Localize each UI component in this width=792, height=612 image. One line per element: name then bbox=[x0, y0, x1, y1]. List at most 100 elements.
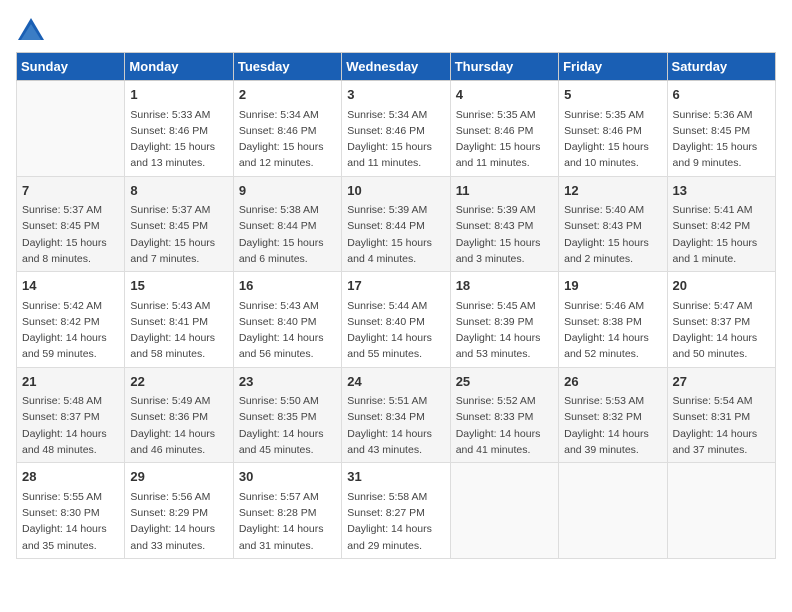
day-info: Sunrise: 5:51 AM Sunset: 8:34 PM Dayligh… bbox=[347, 393, 444, 458]
day-cell: 24Sunrise: 5:51 AM Sunset: 8:34 PM Dayli… bbox=[342, 367, 450, 463]
calendar-table: SundayMondayTuesdayWednesdayThursdayFrid… bbox=[16, 52, 776, 559]
day-number: 8 bbox=[130, 181, 227, 201]
day-cell: 1Sunrise: 5:33 AM Sunset: 8:46 PM Daylig… bbox=[125, 81, 233, 177]
week-row-2: 7Sunrise: 5:37 AM Sunset: 8:45 PM Daylig… bbox=[17, 176, 776, 272]
day-info: Sunrise: 5:52 AM Sunset: 8:33 PM Dayligh… bbox=[456, 393, 553, 458]
day-number: 20 bbox=[673, 276, 770, 296]
day-number: 12 bbox=[564, 181, 661, 201]
day-cell: 10Sunrise: 5:39 AM Sunset: 8:44 PM Dayli… bbox=[342, 176, 450, 272]
day-cell: 3Sunrise: 5:34 AM Sunset: 8:46 PM Daylig… bbox=[342, 81, 450, 177]
day-number: 31 bbox=[347, 467, 444, 487]
day-number: 28 bbox=[22, 467, 119, 487]
col-header-wednesday: Wednesday bbox=[342, 53, 450, 81]
day-cell: 23Sunrise: 5:50 AM Sunset: 8:35 PM Dayli… bbox=[233, 367, 341, 463]
day-cell: 16Sunrise: 5:43 AM Sunset: 8:40 PM Dayli… bbox=[233, 272, 341, 368]
col-header-sunday: Sunday bbox=[17, 53, 125, 81]
day-number: 23 bbox=[239, 372, 336, 392]
day-number: 19 bbox=[564, 276, 661, 296]
day-number: 7 bbox=[22, 181, 119, 201]
day-cell: 31Sunrise: 5:58 AM Sunset: 8:27 PM Dayli… bbox=[342, 463, 450, 559]
day-number: 24 bbox=[347, 372, 444, 392]
day-number: 11 bbox=[456, 181, 553, 201]
day-cell: 21Sunrise: 5:48 AM Sunset: 8:37 PM Dayli… bbox=[17, 367, 125, 463]
day-cell: 14Sunrise: 5:42 AM Sunset: 8:42 PM Dayli… bbox=[17, 272, 125, 368]
day-info: Sunrise: 5:36 AM Sunset: 8:45 PM Dayligh… bbox=[673, 107, 770, 172]
day-number: 1 bbox=[130, 85, 227, 105]
day-cell: 7Sunrise: 5:37 AM Sunset: 8:45 PM Daylig… bbox=[17, 176, 125, 272]
day-info: Sunrise: 5:56 AM Sunset: 8:29 PM Dayligh… bbox=[130, 489, 227, 554]
day-number: 22 bbox=[130, 372, 227, 392]
day-number: 29 bbox=[130, 467, 227, 487]
day-cell: 18Sunrise: 5:45 AM Sunset: 8:39 PM Dayli… bbox=[450, 272, 558, 368]
day-cell: 6Sunrise: 5:36 AM Sunset: 8:45 PM Daylig… bbox=[667, 81, 775, 177]
day-number: 6 bbox=[673, 85, 770, 105]
day-number: 21 bbox=[22, 372, 119, 392]
day-info: Sunrise: 5:50 AM Sunset: 8:35 PM Dayligh… bbox=[239, 393, 336, 458]
day-info: Sunrise: 5:39 AM Sunset: 8:44 PM Dayligh… bbox=[347, 202, 444, 267]
day-cell: 15Sunrise: 5:43 AM Sunset: 8:41 PM Dayli… bbox=[125, 272, 233, 368]
day-cell bbox=[450, 463, 558, 559]
day-info: Sunrise: 5:48 AM Sunset: 8:37 PM Dayligh… bbox=[22, 393, 119, 458]
logo bbox=[16, 16, 50, 44]
day-info: Sunrise: 5:57 AM Sunset: 8:28 PM Dayligh… bbox=[239, 489, 336, 554]
day-info: Sunrise: 5:38 AM Sunset: 8:44 PM Dayligh… bbox=[239, 202, 336, 267]
day-cell bbox=[559, 463, 667, 559]
col-header-tuesday: Tuesday bbox=[233, 53, 341, 81]
day-cell: 30Sunrise: 5:57 AM Sunset: 8:28 PM Dayli… bbox=[233, 463, 341, 559]
day-cell: 8Sunrise: 5:37 AM Sunset: 8:45 PM Daylig… bbox=[125, 176, 233, 272]
day-cell: 22Sunrise: 5:49 AM Sunset: 8:36 PM Dayli… bbox=[125, 367, 233, 463]
day-info: Sunrise: 5:41 AM Sunset: 8:42 PM Dayligh… bbox=[673, 202, 770, 267]
col-header-monday: Monday bbox=[125, 53, 233, 81]
day-info: Sunrise: 5:34 AM Sunset: 8:46 PM Dayligh… bbox=[347, 107, 444, 172]
day-cell: 19Sunrise: 5:46 AM Sunset: 8:38 PM Dayli… bbox=[559, 272, 667, 368]
day-number: 16 bbox=[239, 276, 336, 296]
day-cell: 29Sunrise: 5:56 AM Sunset: 8:29 PM Dayli… bbox=[125, 463, 233, 559]
week-row-3: 14Sunrise: 5:42 AM Sunset: 8:42 PM Dayli… bbox=[17, 272, 776, 368]
day-info: Sunrise: 5:46 AM Sunset: 8:38 PM Dayligh… bbox=[564, 298, 661, 363]
day-info: Sunrise: 5:34 AM Sunset: 8:46 PM Dayligh… bbox=[239, 107, 336, 172]
col-header-thursday: Thursday bbox=[450, 53, 558, 81]
day-info: Sunrise: 5:47 AM Sunset: 8:37 PM Dayligh… bbox=[673, 298, 770, 363]
week-row-1: 1Sunrise: 5:33 AM Sunset: 8:46 PM Daylig… bbox=[17, 81, 776, 177]
week-row-4: 21Sunrise: 5:48 AM Sunset: 8:37 PM Dayli… bbox=[17, 367, 776, 463]
day-info: Sunrise: 5:49 AM Sunset: 8:36 PM Dayligh… bbox=[130, 393, 227, 458]
day-info: Sunrise: 5:58 AM Sunset: 8:27 PM Dayligh… bbox=[347, 489, 444, 554]
day-number: 5 bbox=[564, 85, 661, 105]
day-cell: 25Sunrise: 5:52 AM Sunset: 8:33 PM Dayli… bbox=[450, 367, 558, 463]
day-number: 3 bbox=[347, 85, 444, 105]
day-number: 10 bbox=[347, 181, 444, 201]
day-cell: 2Sunrise: 5:34 AM Sunset: 8:46 PM Daylig… bbox=[233, 81, 341, 177]
day-info: Sunrise: 5:53 AM Sunset: 8:32 PM Dayligh… bbox=[564, 393, 661, 458]
day-number: 13 bbox=[673, 181, 770, 201]
day-cell: 4Sunrise: 5:35 AM Sunset: 8:46 PM Daylig… bbox=[450, 81, 558, 177]
day-cell: 9Sunrise: 5:38 AM Sunset: 8:44 PM Daylig… bbox=[233, 176, 341, 272]
day-cell: 12Sunrise: 5:40 AM Sunset: 8:43 PM Dayli… bbox=[559, 176, 667, 272]
day-number: 18 bbox=[456, 276, 553, 296]
day-info: Sunrise: 5:55 AM Sunset: 8:30 PM Dayligh… bbox=[22, 489, 119, 554]
day-number: 26 bbox=[564, 372, 661, 392]
day-number: 2 bbox=[239, 85, 336, 105]
day-cell: 11Sunrise: 5:39 AM Sunset: 8:43 PM Dayli… bbox=[450, 176, 558, 272]
day-cell: 20Sunrise: 5:47 AM Sunset: 8:37 PM Dayli… bbox=[667, 272, 775, 368]
day-cell: 28Sunrise: 5:55 AM Sunset: 8:30 PM Dayli… bbox=[17, 463, 125, 559]
day-info: Sunrise: 5:45 AM Sunset: 8:39 PM Dayligh… bbox=[456, 298, 553, 363]
day-number: 9 bbox=[239, 181, 336, 201]
logo-icon bbox=[16, 16, 46, 44]
day-info: Sunrise: 5:35 AM Sunset: 8:46 PM Dayligh… bbox=[564, 107, 661, 172]
day-number: 17 bbox=[347, 276, 444, 296]
day-number: 25 bbox=[456, 372, 553, 392]
header-row: SundayMondayTuesdayWednesdayThursdayFrid… bbox=[17, 53, 776, 81]
day-cell bbox=[17, 81, 125, 177]
day-info: Sunrise: 5:39 AM Sunset: 8:43 PM Dayligh… bbox=[456, 202, 553, 267]
day-cell: 13Sunrise: 5:41 AM Sunset: 8:42 PM Dayli… bbox=[667, 176, 775, 272]
day-info: Sunrise: 5:43 AM Sunset: 8:40 PM Dayligh… bbox=[239, 298, 336, 363]
day-number: 14 bbox=[22, 276, 119, 296]
page-header bbox=[16, 16, 776, 44]
day-info: Sunrise: 5:40 AM Sunset: 8:43 PM Dayligh… bbox=[564, 202, 661, 267]
week-row-5: 28Sunrise: 5:55 AM Sunset: 8:30 PM Dayli… bbox=[17, 463, 776, 559]
day-cell: 17Sunrise: 5:44 AM Sunset: 8:40 PM Dayli… bbox=[342, 272, 450, 368]
day-cell: 26Sunrise: 5:53 AM Sunset: 8:32 PM Dayli… bbox=[559, 367, 667, 463]
day-cell bbox=[667, 463, 775, 559]
col-header-saturday: Saturday bbox=[667, 53, 775, 81]
day-info: Sunrise: 5:33 AM Sunset: 8:46 PM Dayligh… bbox=[130, 107, 227, 172]
